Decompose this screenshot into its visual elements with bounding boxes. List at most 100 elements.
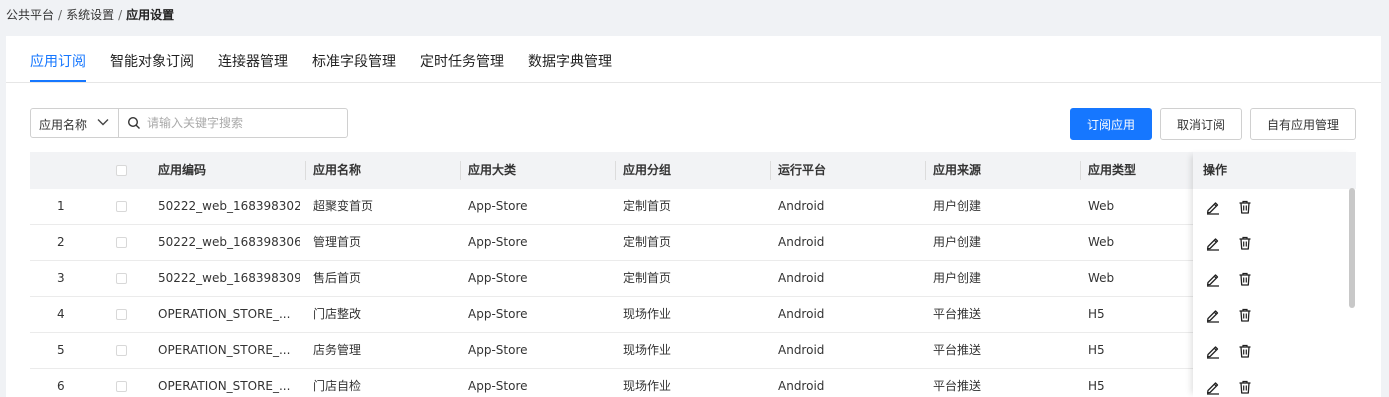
- row-index: 6: [57, 379, 65, 393]
- breadcrumb-item-public-platform[interactable]: 公共平台: [6, 8, 54, 22]
- edit-icon[interactable]: [1205, 271, 1221, 287]
- cell-app-name: 门店整改: [313, 307, 362, 321]
- row-checkbox[interactable]: [116, 345, 127, 356]
- column-header-actions-cell: 操作: [1193, 152, 1356, 189]
- edit-icon[interactable]: [1205, 343, 1221, 359]
- table-row[interactable]: 2 50222_web_1683983060 管理首页 App-Store 定制首页 An…: [30, 225, 1356, 261]
- table-scrollbar[interactable]: [1349, 188, 1355, 308]
- cell-app-category: App-Store: [468, 271, 528, 285]
- search-bar: 应用名称: [30, 108, 348, 138]
- breadcrumb-separator: /: [118, 8, 123, 22]
- column-header-actions: 操作: [1203, 163, 1228, 177]
- table-row[interactable]: 3 50222_web_1683983095 售后首页 App-Store 定制首页 An…: [30, 261, 1356, 297]
- cell-app-type: H5: [1088, 307, 1105, 321]
- operations-column: 操作: [1193, 152, 1356, 397]
- cell-app-category: App-Store: [468, 343, 528, 357]
- chevron-down-icon: [97, 119, 109, 126]
- cell-app-group: 现场作业: [623, 343, 672, 357]
- cell-app-name: 超聚变首页: [313, 199, 374, 213]
- edit-icon[interactable]: [1205, 235, 1221, 251]
- cell-app-group: 定制首页: [623, 199, 672, 213]
- subscribe-app-button[interactable]: 订阅应用: [1070, 108, 1152, 140]
- table-row[interactable]: 5 OPERATION_STORE_... 店务管理 App-Store 现场作业 And…: [30, 333, 1356, 369]
- cell-app-source: 平台推送: [933, 307, 982, 321]
- cell-app-code: OPERATION_STORE_...: [158, 307, 291, 321]
- column-header-app-code: 应用编码: [158, 163, 207, 177]
- tab-connector-management[interactable]: 连接器管理: [218, 51, 288, 71]
- cell-app-category: App-Store: [468, 199, 528, 213]
- main-panel: 应用订阅 智能对象订阅 连接器管理 标准字段管理 定时任务管理 数据字典管理 应…: [6, 36, 1381, 397]
- cell-app-code: OPERATION_STORE_...: [158, 343, 291, 357]
- search-field-label: 应用名称: [39, 118, 88, 132]
- cell-app-category: App-Store: [468, 307, 528, 321]
- select-all-checkbox[interactable]: [116, 165, 127, 176]
- table-row[interactable]: 6 OPERATION_STORE_... 门店自检 App-Store 现场作业 And…: [30, 369, 1356, 397]
- delete-icon[interactable]: [1237, 379, 1253, 395]
- cell-app-name: 门店自检: [313, 379, 362, 393]
- cell-app-category: App-Store: [468, 235, 528, 249]
- cell-app-type: H5: [1088, 379, 1105, 393]
- cell-app-type: Web: [1088, 235, 1115, 249]
- row-index: 3: [57, 271, 65, 285]
- cell-app-name: 售后首页: [313, 271, 362, 285]
- cell-app-type: Web: [1088, 199, 1115, 213]
- cell-app-code: OPERATION_STORE_...: [158, 379, 291, 393]
- breadcrumb-current: 应用设置: [126, 8, 175, 22]
- active-tab-indicator: [30, 80, 86, 82]
- cell-app-code: 50222_web_1683983060: [158, 235, 300, 249]
- table-row[interactable]: 1 50222_web_1683983028 超聚变首页 App-Store 定制首页 A…: [30, 189, 1356, 225]
- cell-app-source: 平台推送: [933, 379, 982, 393]
- search-icon: [127, 116, 140, 129]
- tab-bar: 应用订阅 智能对象订阅 连接器管理 标准字段管理 定时任务管理 数据字典管理: [6, 36, 1381, 83]
- cell-app-type: H5: [1088, 343, 1105, 357]
- cell-app-code: 50222_web_1683983028: [158, 199, 300, 213]
- row-checkbox[interactable]: [116, 273, 127, 284]
- tab-smart-object-subscription[interactable]: 智能对象订阅: [110, 51, 194, 71]
- column-divider: [1080, 161, 1081, 180]
- row-checkbox[interactable]: [116, 201, 127, 212]
- search-input[interactable]: [147, 112, 337, 134]
- own-app-management-button[interactable]: 自有应用管理: [1250, 108, 1356, 140]
- cell-platform: Android: [778, 199, 825, 213]
- breadcrumb-separator: /: [58, 8, 63, 22]
- cell-app-source: 平台推送: [933, 343, 982, 357]
- delete-icon[interactable]: [1237, 271, 1253, 287]
- row-index: 1: [57, 199, 65, 213]
- row-index: 5: [57, 343, 65, 357]
- row-index: 2: [57, 235, 65, 249]
- tab-standard-field-management[interactable]: 标准字段管理: [312, 51, 396, 71]
- tab-data-dictionary-management[interactable]: 数据字典管理: [528, 51, 612, 71]
- delete-icon[interactable]: [1237, 199, 1253, 215]
- table-header: 应用编码 应用名称 应用大类 应用分组 运行平台 应用来源 应用类型: [30, 152, 1356, 189]
- table-row[interactable]: 4 OPERATION_STORE_... 门店整改 App-Store 现场作业 And…: [30, 297, 1356, 333]
- edit-icon[interactable]: [1205, 307, 1221, 323]
- cell-app-name: 店务管理: [313, 343, 362, 357]
- cell-app-source: 用户创建: [933, 235, 982, 249]
- cell-app-type: Web: [1088, 271, 1115, 285]
- delete-icon[interactable]: [1237, 235, 1253, 251]
- table-body: 1 50222_web_1683983028 超聚变首页 App-Store 定制首页 A…: [30, 189, 1356, 397]
- breadcrumb-item-system-settings[interactable]: 系统设置: [66, 8, 114, 22]
- column-header-app-source: 应用来源: [933, 163, 982, 177]
- breadcrumb: 公共平台 / 系统设置 / 应用设置: [6, 6, 174, 23]
- cell-app-code: 50222_web_1683983095: [158, 271, 300, 285]
- app-table: 应用编码 应用名称 应用大类 应用分组 运行平台 应用来源 应用类型 1 5022…: [30, 152, 1356, 397]
- column-divider: [770, 161, 771, 180]
- column-header-app-name: 应用名称: [313, 163, 362, 177]
- delete-icon[interactable]: [1237, 343, 1253, 359]
- delete-icon[interactable]: [1237, 307, 1253, 323]
- tab-app-subscription[interactable]: 应用订阅: [30, 51, 86, 71]
- cancel-subscription-button[interactable]: 取消订阅: [1160, 108, 1242, 140]
- tab-scheduled-task-management[interactable]: 定时任务管理: [420, 51, 504, 71]
- cell-app-source: 用户创建: [933, 271, 982, 285]
- search-field-select[interactable]: 应用名称: [31, 109, 119, 137]
- row-checkbox[interactable]: [116, 309, 127, 320]
- column-divider: [615, 161, 616, 180]
- row-checkbox[interactable]: [116, 237, 127, 248]
- cell-platform: Android: [778, 343, 825, 357]
- edit-icon[interactable]: [1205, 199, 1221, 215]
- edit-icon[interactable]: [1205, 379, 1221, 395]
- row-checkbox[interactable]: [116, 381, 127, 392]
- cell-app-name: 管理首页: [313, 235, 362, 249]
- cell-platform: Android: [778, 271, 825, 285]
